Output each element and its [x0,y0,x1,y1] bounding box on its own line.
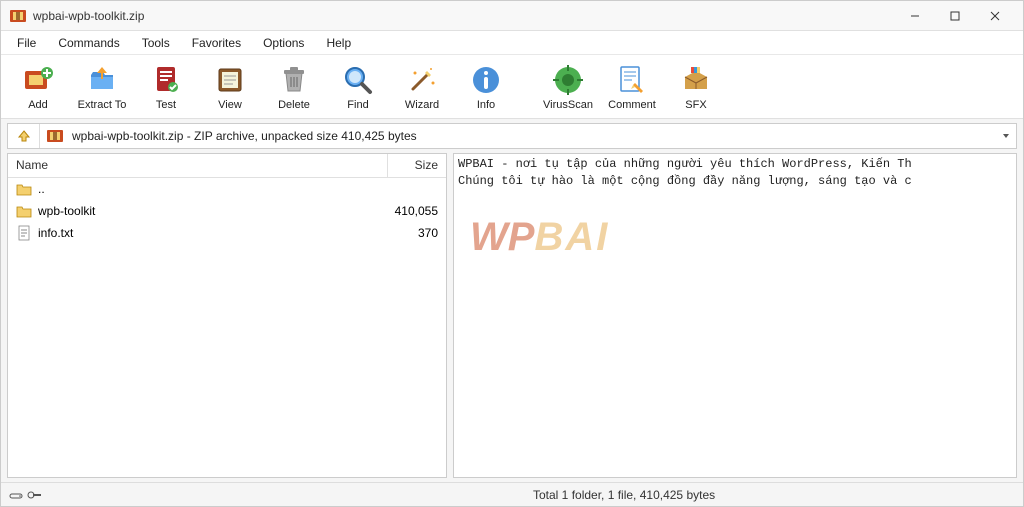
column-name[interactable]: Name [8,154,388,177]
content-panes: Name Size .. wpb-toolkit 410,055 [7,153,1017,478]
title-bar: wpbai-wpb-toolkit.zip [1,1,1023,31]
test-button[interactable]: Test [137,58,195,116]
preview-line: WPBAI - nơi tụ tập của những người yêu t… [458,156,1012,173]
info-label: Info [477,99,495,111]
menu-file[interactable]: File [7,33,46,53]
file-name: info.txt [38,226,73,240]
extract-icon [85,63,119,97]
find-icon [341,63,375,97]
find-button[interactable]: Find [329,58,387,116]
test-icon [149,63,183,97]
comment-label: Comment [608,99,656,111]
file-size: 410,055 [387,204,446,218]
sfx-icon [679,63,713,97]
view-label: View [218,99,242,111]
status-bar: Total 1 folder, 1 file, 410,425 bytes [1,482,1023,506]
view-button[interactable]: View [201,58,259,116]
file-list-header: Name Size [8,154,446,178]
folder-up-icon [16,181,32,197]
wizard-button[interactable]: Wizard [393,58,451,116]
menu-commands[interactable]: Commands [48,33,129,53]
delete-icon [277,63,311,97]
archive-icon [46,127,64,145]
sfx-label: SFX [685,99,706,111]
menu-options[interactable]: Options [253,33,314,53]
extract-button[interactable]: Extract To [73,58,131,116]
delete-button[interactable]: Delete [265,58,323,116]
virusscan-button[interactable]: VirusScan [539,58,597,116]
menu-tools[interactable]: Tools [132,33,180,53]
preview-line: Chúng tôi tự hào là một cộng đồng đầy nă… [458,173,1012,190]
file-row-parent[interactable]: .. [8,178,446,200]
minimize-button[interactable] [895,2,935,30]
disk-icon [9,490,23,500]
view-icon [213,63,247,97]
delete-label: Delete [278,99,310,111]
column-size[interactable]: Size [388,154,446,177]
status-left [1,490,521,500]
wizard-label: Wizard [405,99,439,111]
file-row-text[interactable]: info.txt 370 [8,222,446,244]
close-button[interactable] [975,2,1015,30]
add-label: Add [28,99,48,111]
preview-pane: WPBAI - nơi tụ tập của những người yêu t… [453,153,1017,478]
up-button[interactable] [8,124,40,148]
extract-label: Extract To [78,99,127,111]
app-icon [9,7,27,25]
menu-favorites[interactable]: Favorites [182,33,251,53]
info-button[interactable]: Info [457,58,515,116]
menu-help[interactable]: Help [316,33,361,53]
file-list-pane: Name Size .. wpb-toolkit 410,055 [7,153,447,478]
virusscan-icon [551,63,585,97]
status-text: Total 1 folder, 1 file, 410,425 bytes [521,488,1023,502]
file-row-folder[interactable]: wpb-toolkit 410,055 [8,200,446,222]
file-name: wpb-toolkit [38,204,95,218]
add-button[interactable]: Add [9,58,67,116]
virusscan-label: VirusScan [543,99,593,111]
wizard-icon [405,63,439,97]
app-window: wpbai-wpb-toolkit.zip File Commands Tool… [0,0,1024,507]
address-bar: wpbai-wpb-toolkit.zip - ZIP archive, unp… [7,123,1017,149]
test-label: Test [156,99,176,111]
address-path[interactable]: wpbai-wpb-toolkit.zip - ZIP archive, unp… [68,129,996,143]
folder-icon [16,203,32,219]
window-title: wpbai-wpb-toolkit.zip [33,9,895,23]
info-icon [469,63,503,97]
file-list-body: .. wpb-toolkit 410,055 info.txt [8,178,446,477]
lock-icon [27,490,43,500]
comment-button[interactable]: Comment [603,58,661,116]
address-dropdown[interactable] [996,131,1016,141]
menu-bar: File Commands Tools Favorites Options He… [1,31,1023,55]
find-label: Find [347,99,368,111]
sfx-button[interactable]: SFX [667,58,725,116]
toolbar: Add Extract To Test View Delete Find Wiz… [1,55,1023,119]
file-name: .. [38,182,45,196]
maximize-button[interactable] [935,2,975,30]
add-icon [21,63,55,97]
file-size: 370 [388,226,446,240]
text-file-icon [16,225,32,241]
comment-icon [615,63,649,97]
